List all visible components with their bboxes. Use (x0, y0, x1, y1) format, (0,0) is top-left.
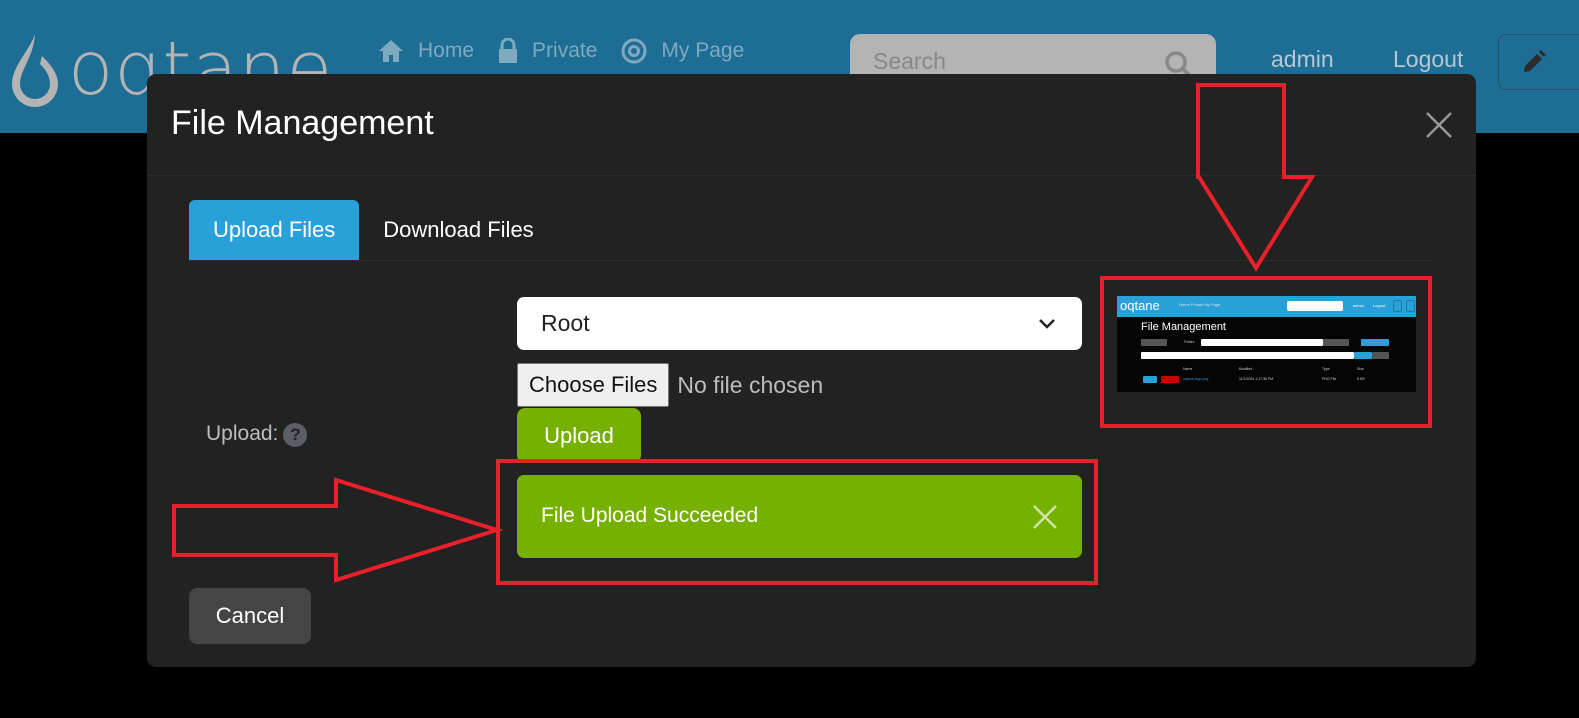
preview-file-size: 8 KB (1357, 377, 1365, 381)
preview-header: oqtane Home Private My Page admin Logout (1117, 296, 1416, 317)
tab-upload-files[interactable]: Upload Files (189, 200, 360, 260)
preview-search (1287, 301, 1343, 311)
close-icon[interactable] (1424, 110, 1454, 140)
tab-download-files[interactable]: Download Files (359, 200, 557, 260)
success-alert: File Upload Succeeded (517, 475, 1082, 558)
preview-file-modified: 11/1/2024 1:17:36 PM (1239, 377, 1274, 381)
nav-home-label: Home (418, 39, 475, 62)
user-link[interactable]: admin (1271, 46, 1334, 73)
file-status: No file chosen (677, 371, 824, 398)
help-icon[interactable]: ? (283, 423, 308, 447)
droplet-icon (12, 34, 58, 107)
preview-search-name (1141, 352, 1354, 359)
preview-col-type: Type (1322, 367, 1330, 371)
preview-delete-button (1161, 376, 1179, 383)
modal-title: File Management (171, 104, 434, 142)
preview-edit-folder (1323, 339, 1349, 346)
preview-search-button (1354, 352, 1372, 359)
nav-private[interactable]: Private (498, 38, 597, 64)
preview-file-type: PNG File (1322, 377, 1337, 381)
nav-my-page[interactable]: My Page (621, 38, 744, 64)
close-icon[interactable] (1032, 504, 1058, 530)
preview-edit-button (1143, 376, 1157, 383)
preview-reset-button (1372, 352, 1389, 359)
preview-edit-icon (1393, 300, 1402, 312)
modal-header: File Management (147, 74, 1476, 176)
preview-logout: Logout (1373, 303, 1386, 308)
upload-label: Upload: ? (206, 420, 308, 447)
chevron-down-icon (1038, 317, 1056, 335)
folder-select[interactable]: Root (517, 297, 1082, 350)
choose-files-button[interactable]: Choose Files (517, 363, 670, 407)
nav-home[interactable]: Home (378, 39, 474, 63)
home-icon (378, 39, 404, 63)
preview-col-modified: Modified (1239, 367, 1253, 371)
preview-user: admin (1353, 303, 1364, 308)
main-nav: Home Private My Page (378, 38, 768, 64)
preview-settings-icon (1406, 300, 1415, 312)
alert-message: File Upload Succeeded (541, 504, 759, 527)
preview-nav: Home Private My Page (1179, 302, 1221, 307)
cancel-button[interactable]: Cancel (189, 588, 311, 644)
upload-label-text: Upload: (206, 421, 279, 445)
pencil-icon (1524, 50, 1546, 72)
file-input: Choose Files No file chosen (517, 363, 823, 407)
folder-select-value: Root (541, 310, 590, 336)
preview-file-name: oqtane-logo.png (1183, 377, 1209, 381)
preview-add-folder (1141, 339, 1167, 346)
search-placeholder: Search (873, 48, 946, 74)
preview-screenshot: oqtane Home Private My Page admin Logout… (1117, 296, 1416, 392)
preview-upload-files (1361, 339, 1389, 346)
upload-button[interactable]: Upload (517, 408, 641, 463)
target-icon (621, 38, 647, 64)
preview-logo: oqtane (1120, 298, 1160, 313)
preview-col-name: Name (1183, 367, 1193, 371)
tab-bar: Upload Files Download Files (189, 200, 1433, 261)
preview-title: File Management (1141, 321, 1226, 333)
edit-mode-button[interactable] (1498, 34, 1579, 90)
preview-col-size: Size (1357, 367, 1364, 371)
nav-my-page-label: My Page (661, 39, 745, 62)
logout-link[interactable]: Logout (1393, 46, 1463, 73)
preview-folder-select (1201, 339, 1323, 346)
preview-folder-label: Folder: (1184, 340, 1195, 344)
lock-icon (498, 38, 518, 64)
nav-private-label: Private (532, 39, 598, 62)
